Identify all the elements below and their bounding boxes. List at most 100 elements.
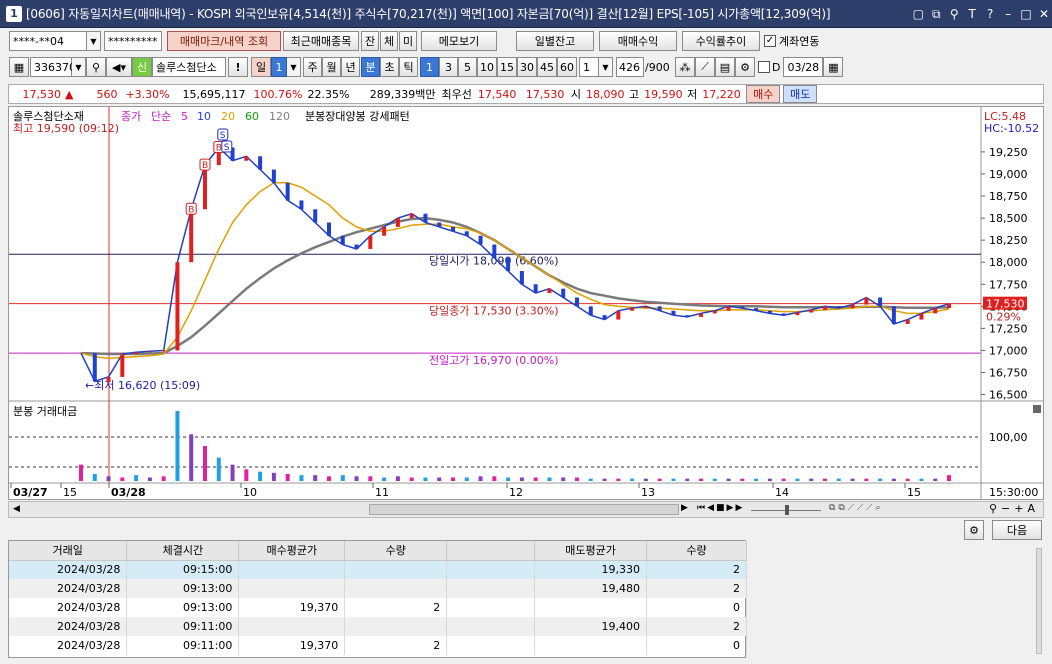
gear-icon[interactable]: ⚙ bbox=[735, 57, 755, 77]
header-buy-qty[interactable]: 수량 bbox=[344, 541, 448, 561]
cell-sell-qty: 0 bbox=[646, 598, 747, 617]
cell-sell-avg: 19,480 bbox=[534, 579, 648, 598]
second-button[interactable]: 초 bbox=[380, 57, 399, 77]
period-week-button[interactable]: 주 bbox=[303, 57, 322, 77]
interval-60-button[interactable]: 60 bbox=[557, 57, 577, 77]
header-time[interactable]: 체결시간 bbox=[126, 541, 240, 561]
interval-10-button[interactable]: 10 bbox=[477, 57, 497, 77]
candle bbox=[175, 262, 180, 351]
help-icon[interactable]: ? bbox=[982, 6, 998, 22]
date-input[interactable]: 03/28 bbox=[783, 57, 824, 77]
cell-buy-avg: 19,370 bbox=[238, 636, 346, 655]
chart-canvas[interactable]: 19,250 19,000 18,750 18,500 18,250 18,000 17,7… bbox=[9, 107, 1043, 499]
table-row[interactable]: 2024/03/28 09:13:00 19,480 2 bbox=[9, 579, 747, 598]
header-sell-avg[interactable]: 매도평균가 bbox=[534, 541, 648, 561]
buy-button[interactable]: 매수 bbox=[746, 85, 781, 103]
table-scrollbar[interactable] bbox=[1036, 548, 1042, 654]
cell-date: 2024/03/28 bbox=[9, 617, 128, 636]
recent-trades-button[interactable]: 최근매매종목 bbox=[283, 31, 359, 51]
zoom-slider-handle[interactable] bbox=[785, 505, 789, 515]
account-dropdown[interactable]: ▼ bbox=[87, 31, 101, 51]
sound-icon[interactable]: ◀▾ bbox=[106, 57, 132, 77]
volume-bar bbox=[340, 475, 345, 481]
indicator-icon[interactable]: ⁂ bbox=[675, 57, 695, 77]
account-field[interactable]: ****-**04 bbox=[9, 31, 87, 51]
volume-panel-title: 분봉 거래대금 bbox=[13, 405, 77, 418]
window-icon[interactable]: ▢ bbox=[910, 6, 926, 22]
scroll-thumb[interactable] bbox=[369, 504, 679, 515]
zoom-icons[interactable]: ⚲−+A bbox=[989, 502, 1039, 515]
header-buy-avg[interactable]: 매수평균가 bbox=[238, 541, 346, 561]
candle bbox=[657, 306, 662, 311]
balance-button[interactable]: 잔 bbox=[361, 31, 379, 51]
d-checkbox[interactable] bbox=[758, 61, 770, 73]
period-month-button[interactable]: 월 bbox=[322, 57, 341, 77]
candle bbox=[809, 309, 814, 313]
playback-icons[interactable]: ⏮◀■▶▶ bbox=[697, 503, 744, 513]
interval-5-button[interactable]: 5 bbox=[458, 57, 477, 77]
custom-interval-input[interactable]: 1 bbox=[579, 57, 599, 77]
password-field[interactable]: ********* bbox=[104, 31, 162, 51]
price-chart[interactable]: 19,250 19,000 18,750 18,500 18,250 18,000 17,7… bbox=[8, 106, 1044, 500]
interval-3-button[interactable]: 3 bbox=[439, 57, 458, 77]
interval-15-button[interactable]: 15 bbox=[497, 57, 517, 77]
count-input[interactable]: 426 bbox=[616, 57, 644, 77]
interval-30-button[interactable]: 30 bbox=[517, 57, 537, 77]
volume-bar bbox=[120, 477, 125, 481]
stock-code-dropdown[interactable]: ▼ bbox=[72, 57, 86, 77]
period-value[interactable]: 1 bbox=[271, 57, 287, 77]
fill-button[interactable]: 체 bbox=[380, 31, 398, 51]
chart-tool-icons[interactable]: ⧉⧉⟋⟋⟋⌕ bbox=[829, 503, 884, 513]
close-icon[interactable]: ✕ bbox=[1036, 6, 1052, 22]
table-row[interactable]: 2024/03/28 09:11:00 19,400 2 bbox=[9, 617, 747, 636]
daily-balance-button[interactable]: 일별잔고 bbox=[516, 31, 594, 51]
draw-tool-icon[interactable]: ⟋ bbox=[695, 57, 715, 77]
cascade-icon[interactable]: ⧉ bbox=[928, 6, 944, 22]
volume-bar bbox=[409, 477, 414, 481]
x-tick-label: 13 bbox=[641, 486, 655, 499]
search-icon[interactable]: ⚲ bbox=[86, 57, 106, 77]
header-sell-qty[interactable]: 수량 bbox=[646, 541, 747, 561]
view-trades-button[interactable]: 매매마크/내역 조회 bbox=[167, 31, 281, 51]
period-day-button[interactable]: 일 bbox=[251, 57, 271, 77]
period-dropdown[interactable]: ▼ bbox=[287, 57, 301, 77]
minute-button[interactable]: 분 bbox=[361, 57, 380, 77]
candle bbox=[120, 353, 125, 377]
font-icon[interactable]: T bbox=[964, 6, 980, 22]
candle bbox=[754, 308, 759, 311]
calendar-icon[interactable]: ▦ bbox=[823, 57, 844, 77]
period-year-button[interactable]: 년 bbox=[341, 57, 360, 77]
return-trend-button[interactable]: 수익률추이 bbox=[682, 31, 760, 51]
candle bbox=[781, 313, 786, 316]
trade-profit-button[interactable]: 매매수익 bbox=[599, 31, 677, 51]
y-tick-label: 17,250 bbox=[989, 322, 1028, 335]
chart-toolbar: ▦ 336370 ▼ ⚲ ◀▾ 신 솔루스첨단소 ! 일 1 ▼ 주 월 년 분… bbox=[0, 57, 1052, 77]
next-button[interactable]: 다음 bbox=[992, 520, 1042, 540]
memo-button[interactable]: 메모보기 bbox=[421, 31, 497, 51]
table-row[interactable]: 2024/03/28 09:11:00 19,370 2 0 bbox=[9, 636, 747, 655]
tick-button[interactable]: 틱 bbox=[399, 57, 418, 77]
warning-icon[interactable]: ! bbox=[228, 57, 248, 77]
chart-type-icon[interactable]: ▦ bbox=[9, 57, 29, 77]
save-icon[interactable]: ▤ bbox=[715, 57, 735, 77]
chart-scrollbar[interactable]: ◀ ▶ ⏮◀■▶▶ ⧉⧉⟋⟋⟋⌕ ⚲−+A bbox=[8, 501, 1044, 518]
scroll-right-icon[interactable]: ▶ bbox=[681, 503, 688, 513]
interval-1-button[interactable]: 1 bbox=[420, 57, 439, 77]
table-row[interactable]: 2024/03/28 09:13:00 19,370 2 0 bbox=[9, 598, 747, 617]
y-tick-label: 16,750 bbox=[989, 367, 1028, 380]
search-icon[interactable]: ⚲ bbox=[946, 6, 962, 22]
interval-45-button[interactable]: 45 bbox=[537, 57, 557, 77]
link-account-checkbox[interactable]: ✓ bbox=[764, 35, 776, 47]
grid-settings-icon[interactable]: ⚙ bbox=[964, 520, 984, 540]
custom-interval-dropdown[interactable]: ▼ bbox=[599, 57, 613, 77]
scroll-left-icon[interactable]: ◀ bbox=[13, 504, 20, 514]
legend-period-10: 10 bbox=[197, 110, 211, 123]
stock-code-input[interactable]: 336370 bbox=[30, 57, 76, 77]
minimize-icon[interactable]: – bbox=[1000, 6, 1016, 22]
candle bbox=[189, 209, 194, 263]
sell-button[interactable]: 매도 bbox=[783, 85, 818, 103]
header-date[interactable]: 거래일 bbox=[9, 541, 128, 561]
table-row[interactable]: 2024/03/28 09:15:00 19,330 2 bbox=[9, 560, 747, 579]
maximize-icon[interactable]: □ bbox=[1018, 6, 1034, 22]
unfilled-button[interactable]: 미 bbox=[399, 31, 417, 51]
